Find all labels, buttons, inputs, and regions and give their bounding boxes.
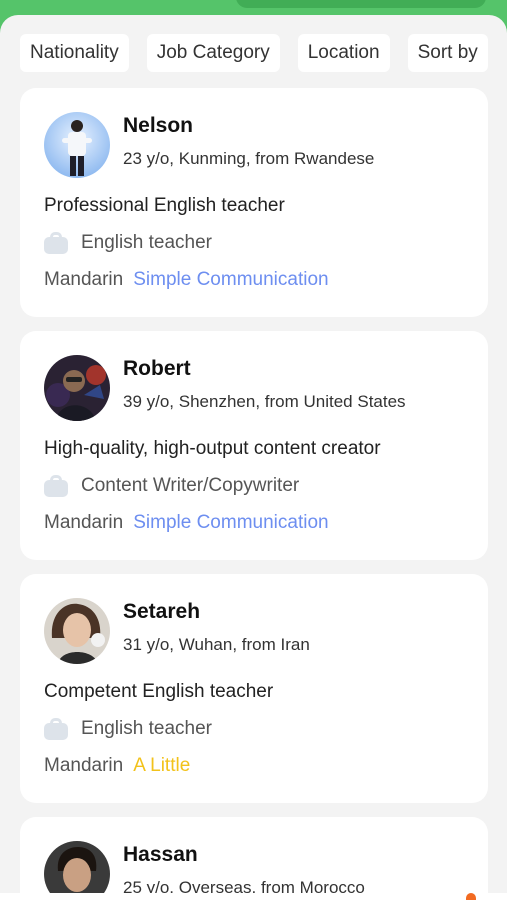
language-row: Mandarin A Little [44,755,190,777]
candidate-list-sheet: Nationality Job Category Location Sort b… [0,15,507,900]
candidate-headline: High-quality, high-output content creato… [44,438,381,459]
candidate-name: Robert [123,357,191,380]
language-name: Mandarin [44,269,124,290]
language-level: Simple Communication [133,269,329,290]
filter-bar: Nationality Job Category Location Sort b… [20,34,506,72]
language-name: Mandarin [44,755,124,776]
filter-sort-by[interactable]: Sort by [407,34,488,72]
candidate-card[interactable]: Robert 39 y/o, Shenzhen, from United Sta… [20,331,488,560]
candidate-headline: Competent English teacher [44,681,274,702]
avatar [44,598,110,664]
candidate-name: Setareh [123,600,201,623]
avatar [44,841,110,900]
search-bar-edge[interactable] [236,0,486,8]
candidate-card[interactable]: Setareh 31 y/o, Wuhan, from Iran Compete… [20,574,488,803]
job-title: English teacher [81,232,212,253]
briefcase-icon [44,718,68,740]
candidate-name: Hassan [123,843,198,866]
avatar [44,112,110,178]
notification-dot [466,893,476,900]
language-level: A Little [133,755,191,776]
candidate-name: Nelson [123,114,194,137]
avatar [44,355,110,421]
job-title: Content Writer/Copywriter [81,475,300,496]
candidate-headline: Professional English teacher [44,195,285,216]
filter-nationality[interactable]: Nationality [20,34,129,72]
job-row: Content Writer/Copywriter [44,473,299,499]
candidate-meta: 31 y/o, Wuhan, from Iran [123,635,310,654]
candidate-meta: 39 y/o, Shenzhen, from United States [123,392,406,411]
language-row: Mandarin Simple Communication [44,512,329,534]
job-row: English teacher [44,716,212,742]
candidate-meta: 23 y/o, Kunming, from Rwandese [123,149,375,168]
language-name: Mandarin [44,512,124,533]
briefcase-icon [44,232,68,254]
candidate-card[interactable]: Hassan 25 y/o, Overseas, from Morocco [20,817,488,900]
language-row: Mandarin Simple Communication [44,269,329,291]
candidate-card[interactable]: Nelson 23 y/o, Kunming, from Rwandese Pr… [20,88,488,317]
language-level: Simple Communication [133,512,329,533]
bottom-nav-edge [0,893,507,900]
job-row: English teacher [44,230,212,256]
filter-location[interactable]: Location [297,34,390,72]
job-title: English teacher [81,718,212,739]
briefcase-icon [44,475,68,497]
filter-job-category[interactable]: Job Category [146,34,280,72]
